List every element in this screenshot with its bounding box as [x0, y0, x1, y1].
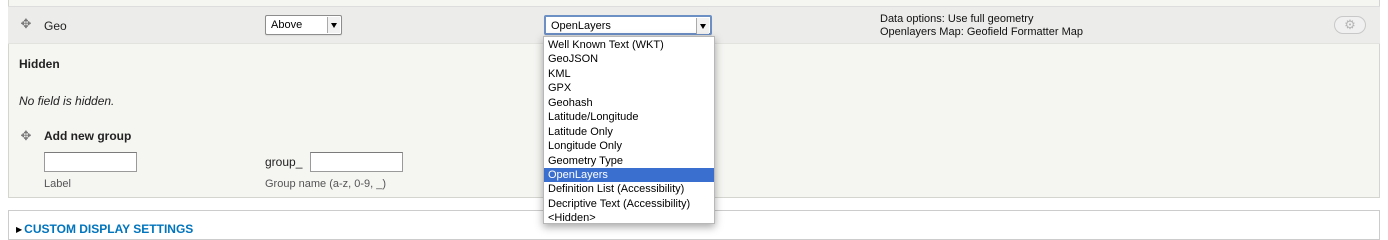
- select-arrow-icon: [327, 17, 340, 33]
- formatter-option[interactable]: GPX: [544, 81, 714, 95]
- label-position-value: Above: [271, 19, 303, 31]
- hidden-region-heading: Hidden: [19, 57, 60, 71]
- formatter-option[interactable]: Latitude Only: [544, 125, 714, 139]
- gear-icon: ⚙: [1344, 17, 1356, 32]
- formatter-option[interactable]: Well Known Text (WKT): [544, 38, 714, 52]
- formatter-options-list: Well Known Text (WKT) GeoJSON KML GPX Ge…: [543, 36, 715, 224]
- field-name: Geo: [44, 19, 67, 33]
- formatter-option[interactable]: Latitude/Longitude: [544, 110, 714, 124]
- drag-handle-icon[interactable]: ✥: [19, 130, 33, 144]
- select-arrow-icon: [696, 18, 709, 34]
- custom-display-legend[interactable]: ▶ CUSTOM DISPLAY SETTINGS: [16, 222, 193, 236]
- formatter-option[interactable]: <Hidden>: [544, 211, 714, 225]
- hidden-empty-message: No field is hidden.: [19, 94, 115, 108]
- formatter-summary: Data options: Use full geometry Openlaye…: [880, 13, 1083, 39]
- formatter-settings-button[interactable]: ⚙: [1334, 16, 1366, 34]
- formatter-option[interactable]: Longitude Only: [544, 139, 714, 153]
- formatter-option[interactable]: KML: [544, 67, 714, 81]
- group-prefix: group_: [265, 155, 303, 169]
- group-label-input[interactable]: [44, 152, 137, 172]
- formatter-option[interactable]: Definition List (Accessibility): [544, 182, 714, 196]
- formatter-option[interactable]: Decriptive Text (Accessibility): [544, 197, 714, 211]
- custom-display-legend-text: CUSTOM DISPLAY SETTINGS: [24, 222, 194, 236]
- summary-line: Openlayers Map: Geofield Formatter Map: [880, 26, 1083, 38]
- label-position-select[interactable]: Above: [265, 15, 342, 35]
- formatter-option-selected[interactable]: OpenLayers: [544, 167, 714, 183]
- drag-handle-icon[interactable]: ✥: [19, 18, 33, 32]
- summary-line: Data options: Use full geometry: [880, 13, 1034, 25]
- collapse-triangle-icon: ▶: [16, 225, 23, 234]
- formatter-option[interactable]: GeoJSON: [544, 52, 714, 66]
- formatter-option[interactable]: Geometry Type: [544, 154, 714, 168]
- group-label-description: Label: [44, 178, 71, 190]
- add-group-title: Add new group: [44, 129, 132, 143]
- group-name-description: Group name (a-z, 0-9, _): [265, 178, 387, 190]
- group-name-input[interactable]: [310, 152, 403, 172]
- formatter-option[interactable]: Geohash: [544, 96, 714, 110]
- formatter-select[interactable]: OpenLayers: [544, 15, 712, 35]
- formatter-value: OpenLayers: [551, 20, 611, 32]
